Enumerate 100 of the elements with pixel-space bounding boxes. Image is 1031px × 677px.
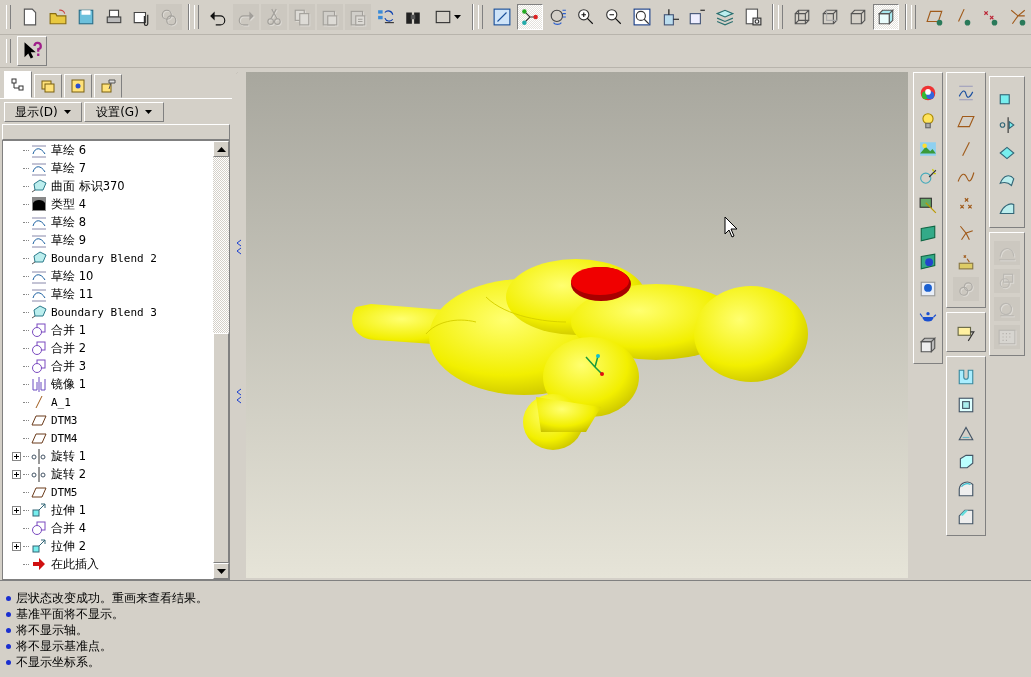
zoom-out-icon	[604, 8, 623, 26]
tree-item[interactable]: 草绘 7	[3, 159, 213, 177]
tree-item[interactable]: 草绘 6	[3, 141, 213, 159]
shell-icon	[957, 396, 975, 414]
tree-item[interactable]: 类型 4	[3, 195, 213, 213]
sketch-icon	[31, 286, 47, 302]
tree-item[interactable]: 合并 3	[3, 357, 213, 375]
tree-item[interactable]: DTM3	[3, 411, 213, 429]
message-text: 将不显示轴。	[16, 622, 88, 639]
caret-icon	[144, 109, 152, 115]
view-manager-icon	[744, 8, 763, 26]
revolve-icon	[31, 448, 47, 464]
expand-icon[interactable]	[12, 505, 21, 515]
surface-icon	[31, 178, 47, 194]
expand-icon[interactable]	[12, 451, 21, 461]
revolve-icon	[31, 466, 47, 482]
sphere-texture-icon	[919, 252, 937, 270]
chamfer-icon	[957, 508, 975, 526]
tree-item[interactable]: 镜像 1	[3, 375, 213, 393]
collapse-arrows-icon[interactable]	[236, 238, 242, 255]
tree-item[interactable]: 草绘 8	[3, 213, 213, 231]
tree-item[interactable]: 曲面 标识370	[3, 177, 213, 195]
sketch-icon	[31, 232, 47, 248]
extrude-icon	[31, 502, 47, 518]
insert-arrow-icon	[31, 556, 47, 572]
sketch-icon	[31, 268, 47, 284]
favorites-icon	[70, 78, 86, 94]
panel-tab[interactable]	[4, 71, 32, 98]
mirror-icon	[31, 376, 47, 392]
collapse-arrows-icon[interactable]	[236, 387, 242, 404]
coordinate-axes-icon	[585, 354, 604, 376]
saved-views-icon	[688, 8, 707, 26]
texture-panel-icon	[919, 224, 937, 242]
expand-icon[interactable]	[12, 469, 21, 479]
note-icon	[957, 324, 975, 342]
datum-display-icon	[493, 8, 512, 26]
printer-icon	[104, 8, 123, 26]
tree-item[interactable]: 草绘 9	[3, 231, 213, 249]
bullet-icon	[6, 612, 11, 617]
tree-item[interactable]: DTM4	[3, 429, 213, 447]
shaded-box-icon	[919, 336, 937, 354]
tree-item[interactable]: Boundary Blend 2	[3, 249, 213, 267]
appearance-palette-icon	[919, 84, 937, 102]
dropdown-menu-button[interactable]: 显示(D)	[4, 102, 82, 122]
sweep-icon	[998, 144, 1016, 162]
tree-item[interactable]: 旋转 2	[3, 465, 213, 483]
surface-icon	[31, 304, 47, 320]
panel-tab[interactable]	[34, 74, 62, 98]
folder-icon	[48, 8, 67, 26]
context-help-button[interactable]	[17, 36, 47, 66]
expand-icon[interactable]	[12, 541, 21, 551]
scroll-up-icon[interactable]	[216, 146, 226, 152]
layers-icon	[716, 8, 735, 26]
hole-icon	[957, 368, 975, 386]
panel-tab[interactable]	[94, 74, 122, 98]
surface-icon	[31, 250, 47, 266]
revolve-icon	[998, 116, 1016, 134]
tree-item[interactable]: DTM5	[3, 483, 213, 501]
dropdown-menu-button[interactable]: 设置(G)	[84, 102, 164, 122]
tree-item[interactable]: 草绘 10	[3, 267, 213, 285]
tree-item[interactable]: A_1	[3, 393, 213, 411]
tree-item[interactable]: 在此插入	[3, 555, 213, 573]
tree-item[interactable]: 合并 2	[3, 339, 213, 357]
bullet-icon	[6, 628, 11, 633]
pointer-question-icon	[22, 41, 42, 61]
point-display-icon	[981, 8, 1000, 26]
mouse-pointer-icon	[724, 216, 738, 238]
toolbar-button[interactable]	[872, 4, 899, 30]
intersect-icon	[998, 300, 1016, 318]
scrollbar[interactable]	[213, 141, 229, 579]
round-icon	[957, 480, 975, 498]
message-text: 基准平面将不显示。	[16, 606, 124, 623]
redo-icon	[237, 8, 256, 26]
scroll-thumb[interactable]	[213, 333, 229, 563]
datum-plane-icon	[31, 430, 47, 446]
model-hammer-icon	[100, 78, 116, 94]
draft-icon	[957, 452, 975, 470]
sketch-icon	[31, 214, 47, 230]
scroll-down-icon[interactable]	[216, 568, 226, 574]
feature-type-icon	[31, 196, 47, 212]
zoom-in-icon	[576, 8, 595, 26]
bullet-icon	[6, 660, 11, 665]
wireframe-icon	[793, 8, 812, 26]
refit-icon	[632, 8, 651, 26]
tree-item[interactable]: 合并 1	[3, 321, 213, 339]
caret-icon	[63, 109, 71, 115]
tree-item[interactable]: 拉伸 1	[3, 501, 213, 519]
sketch-icon	[31, 160, 47, 176]
datum-plane-icon	[31, 484, 47, 500]
panel-tab[interactable]	[64, 74, 92, 98]
tree-item[interactable]: 旋转 1	[3, 447, 213, 465]
selection-box-icon	[433, 8, 452, 26]
tree-item[interactable]: 拉伸 2	[3, 537, 213, 555]
tree-item[interactable]: Boundary Blend 3	[3, 303, 213, 321]
node-graph-icon	[521, 8, 540, 26]
folders-icon	[40, 78, 56, 94]
message-text: 将不显示基准点。	[16, 638, 112, 655]
tree-item[interactable]: 合并 4	[3, 519, 213, 537]
tree-item[interactable]: 草绘 11	[3, 285, 213, 303]
coordinate-system-icon	[957, 224, 975, 242]
